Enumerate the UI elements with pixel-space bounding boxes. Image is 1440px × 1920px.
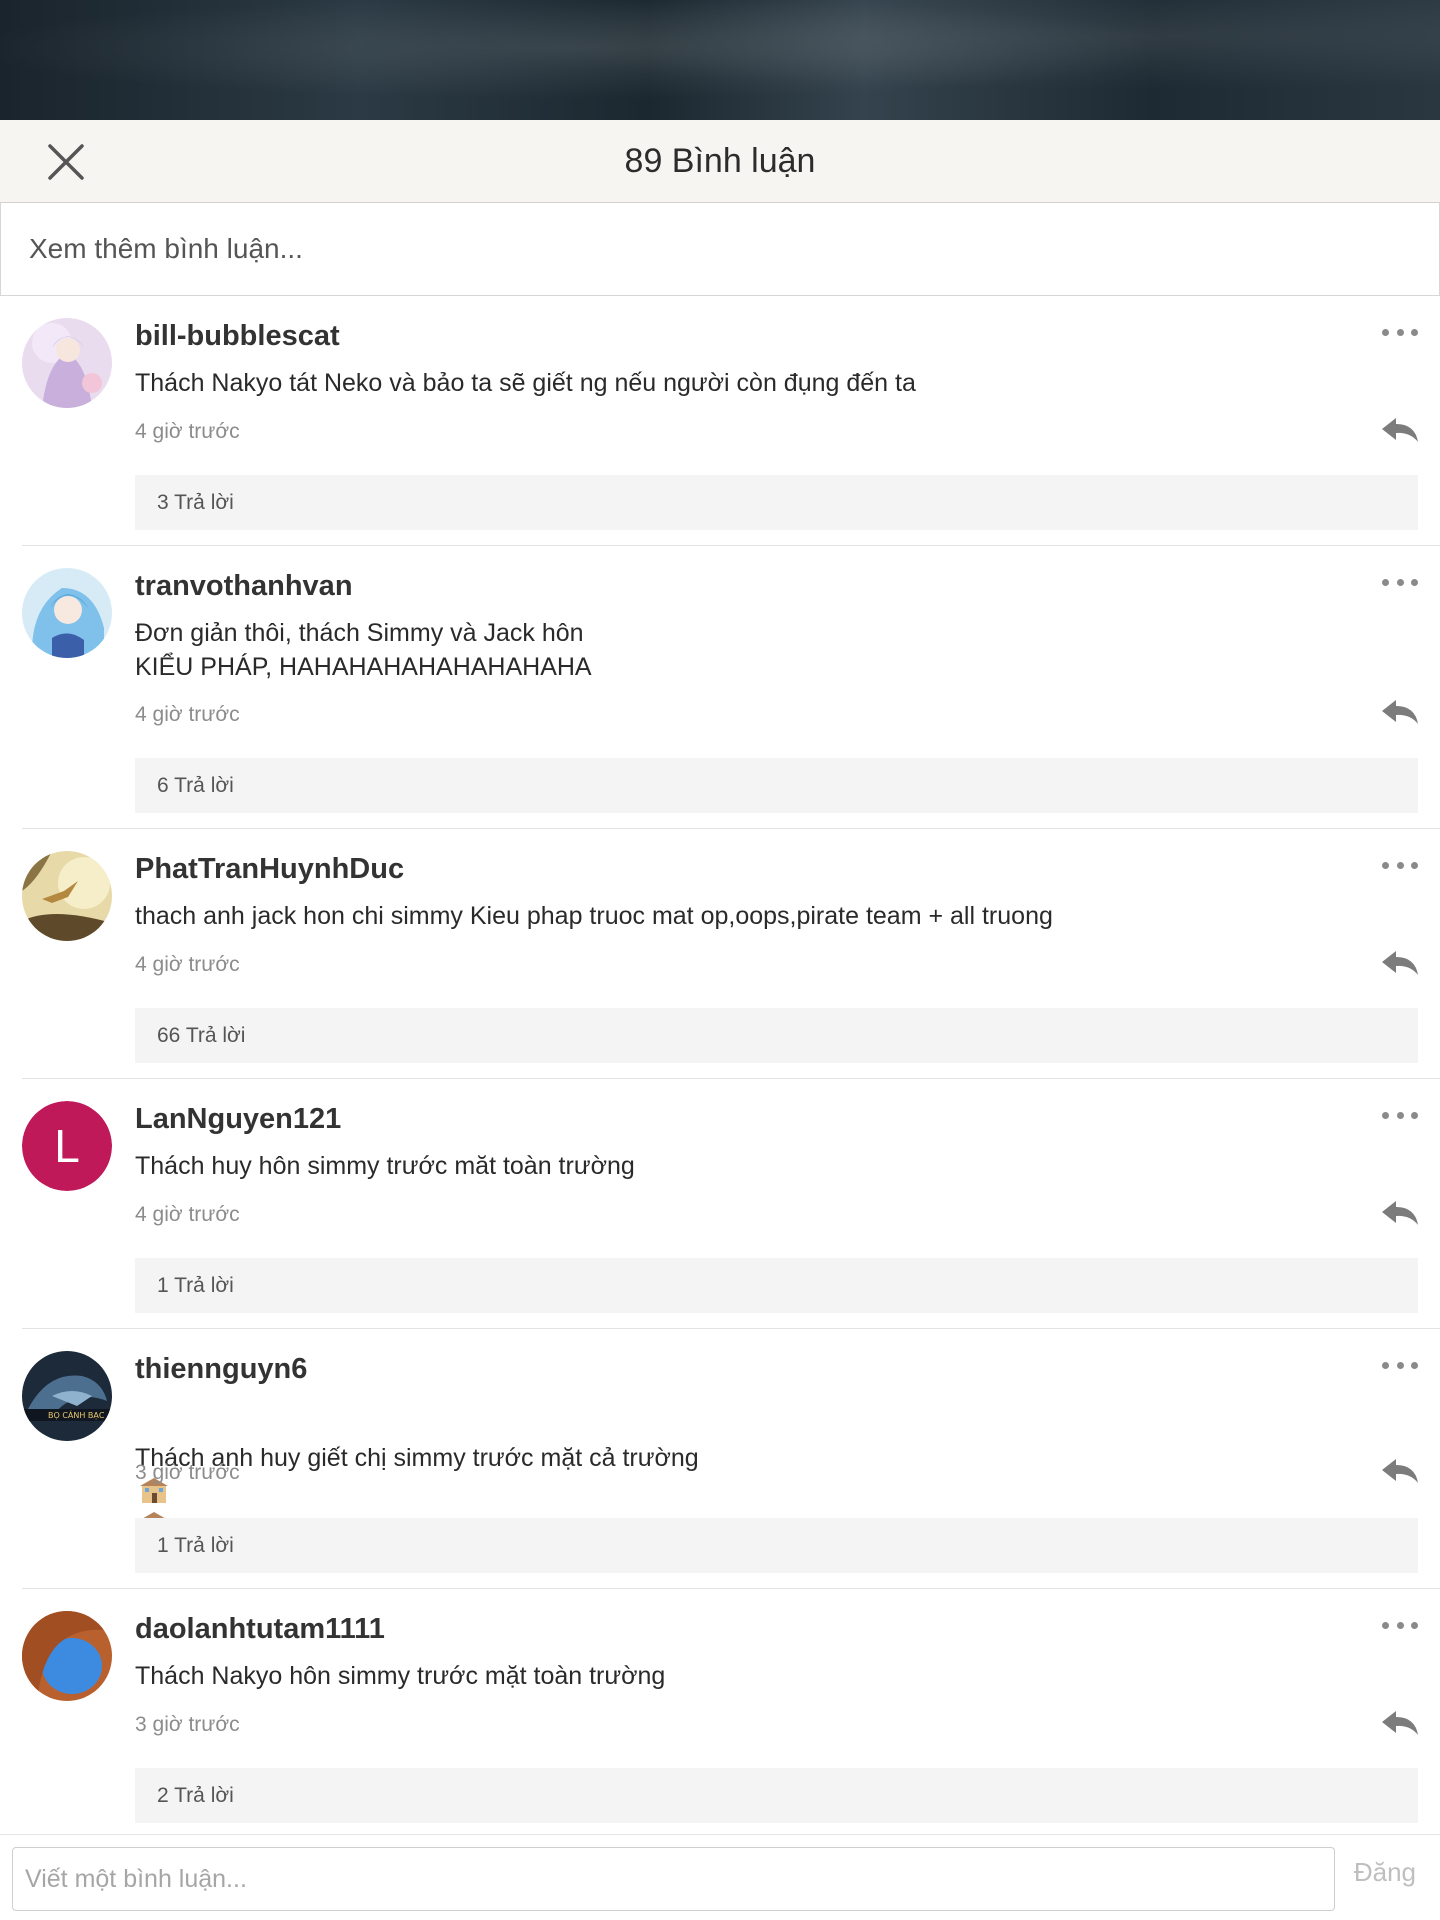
comment-text: Thách Nakyo hôn simmy trước mặt toàn trư…	[135, 1662, 666, 1690]
comment-timestamp: 3 giờ trước	[135, 1461, 240, 1484]
reply-icon[interactable]	[1380, 947, 1420, 979]
close-button[interactable]	[46, 142, 86, 182]
reply-icon[interactable]	[1380, 696, 1420, 728]
comment-username[interactable]: PhatTranHuynhDuc	[135, 853, 404, 886]
comment-text: Thách huy hôn simmy trước măt toàn trườn…	[135, 1152, 635, 1180]
dot	[1382, 1111, 1389, 1119]
comment-timestamp: 4 giờ trước	[135, 703, 240, 726]
dot	[1382, 578, 1389, 586]
comment-username[interactable]: bill-bubblescat	[135, 320, 340, 353]
comment-item: daolanhtutam1111 Thách Nakyo hôn simmy t…	[0, 1589, 1440, 1839]
more-options-button[interactable]	[1382, 859, 1418, 871]
avatar[interactable]	[22, 318, 112, 408]
comment-username[interactable]: LanNguyen121	[135, 1103, 341, 1136]
dot	[1396, 328, 1404, 336]
dot	[1382, 328, 1389, 336]
more-options-button[interactable]	[1382, 1359, 1418, 1371]
avatar-caption: BỌ CÁNH BẠC	[48, 1409, 105, 1421]
dot	[1382, 1621, 1389, 1629]
reply-icon[interactable]	[1380, 1707, 1420, 1739]
dot	[1411, 578, 1418, 586]
comment-item: BỌ CÁNH BẠC thiennguyn6 Thách anh huy gi…	[0, 1329, 1440, 1589]
comment-list: bill-bubblescat Thách Nakyo tát Neko và …	[0, 296, 1440, 1839]
reply-icon[interactable]	[1380, 1455, 1420, 1487]
more-options-button[interactable]	[1382, 576, 1418, 588]
comment-composer: Đăng	[0, 1834, 1440, 1920]
view-replies-button[interactable]: 1 Trả lời	[135, 1258, 1418, 1313]
comment-username[interactable]: thiennguyn6	[135, 1353, 307, 1386]
dot	[1396, 1621, 1404, 1629]
view-replies-button[interactable]: 66 Trả lời	[135, 1008, 1418, 1063]
avatar[interactable]: L	[22, 1101, 112, 1191]
comment-timestamp: 3 giờ trước	[135, 1713, 240, 1736]
more-options-button[interactable]	[1382, 1619, 1418, 1631]
dot	[1411, 861, 1418, 869]
comment-item: PhatTranHuynhDuc thach anh jack hon chi …	[0, 829, 1440, 1079]
dot	[1411, 328, 1418, 336]
comments-header: 89 Bình luận	[0, 120, 1440, 203]
comment-timestamp: 4 giờ trước	[135, 420, 240, 443]
view-replies-button[interactable]: 1 Trả lời	[135, 1518, 1418, 1573]
load-more-comments-button[interactable]: Xem thêm bình luận...	[0, 203, 1440, 296]
avatar-letter: L	[22, 1101, 112, 1191]
avatar[interactable]	[22, 568, 112, 658]
page-title: 89 Bình luận	[624, 141, 816, 180]
comment-timestamp: 4 giờ trước	[135, 953, 240, 976]
view-replies-button[interactable]: 3 Trả lời	[135, 475, 1418, 530]
avatar[interactable]: BỌ CÁNH BẠC	[22, 1351, 112, 1441]
dot	[1396, 1361, 1404, 1369]
dot	[1396, 861, 1404, 869]
comment-text: Thách Nakyo tát Neko và bảo ta sẽ giết n…	[135, 369, 916, 397]
post-button[interactable]: Đăng	[1354, 1857, 1416, 1888]
view-replies-button[interactable]: 6 Trả lời	[135, 758, 1418, 813]
comment-item: L LanNguyen121 Thách huy hôn simmy trước…	[0, 1079, 1440, 1329]
avatar[interactable]	[22, 1611, 112, 1701]
dot	[1382, 861, 1389, 869]
comment-input[interactable]	[12, 1847, 1335, 1911]
comment-text: Đơn giản thôi, thách Simmy và Jack hôn K…	[135, 619, 592, 681]
dot	[1411, 1621, 1418, 1629]
dot	[1396, 1111, 1404, 1119]
reply-icon[interactable]	[1380, 414, 1420, 446]
close-icon	[48, 144, 84, 180]
reply-icon[interactable]	[1380, 1197, 1420, 1229]
background-image	[0, 0, 1440, 120]
comment-username[interactable]: daolanhtutam1111	[135, 1613, 385, 1646]
dot	[1382, 1361, 1389, 1369]
comment-item: bill-bubblescat Thách Nakyo tát Neko và …	[0, 296, 1440, 546]
more-options-button[interactable]	[1382, 1109, 1418, 1121]
dot	[1396, 578, 1404, 586]
avatar[interactable]	[22, 851, 112, 941]
dot	[1411, 1361, 1418, 1369]
comment-text: thach anh jack hon chi simmy Kieu phap t…	[135, 902, 1053, 930]
comment-item: tranvothanhvan Đơn giản thôi, thách Simm…	[0, 546, 1440, 829]
view-replies-button[interactable]: 2 Trả lời	[135, 1768, 1418, 1823]
dot	[1411, 1111, 1418, 1119]
comment-username[interactable]: tranvothanhvan	[135, 570, 353, 603]
more-options-button[interactable]	[1382, 326, 1418, 338]
comment-timestamp: 4 giờ trước	[135, 1203, 240, 1226]
